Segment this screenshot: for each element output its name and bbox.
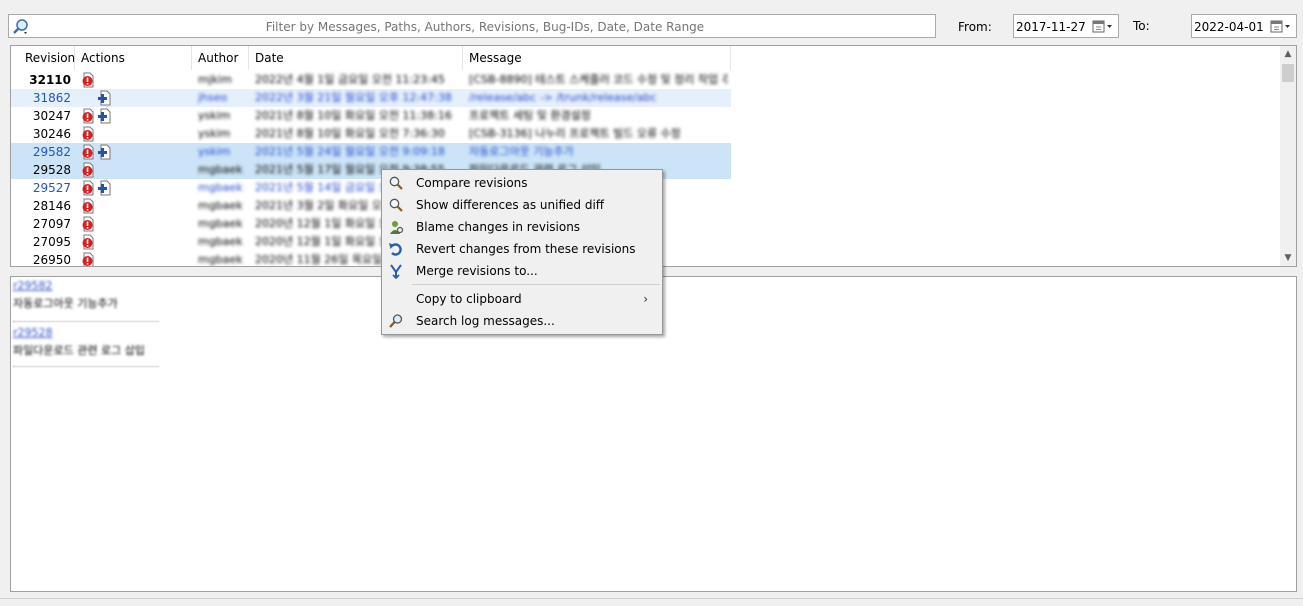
date-cell: 2021년 8월 10일 화요일 오전 7:36:30: [255, 127, 445, 140]
table-row[interactable]: 29582 yskim 2021년 5월 24일 월요일 오전 9:09:18 자동로…: [11, 143, 731, 161]
modified-action-icon: [81, 144, 95, 160]
message-separator: [13, 366, 159, 368]
message-cell: 자동로그아웃 기능추가: [469, 145, 574, 158]
scroll-up-arrow-icon[interactable]: ▲: [1280, 46, 1296, 62]
blame-icon: [390, 221, 404, 234]
author-cell: mgbaek: [198, 163, 243, 176]
modified-action-icon: [81, 180, 95, 196]
date-cell: 2022년 3월 21일 월요일 오후 12:47:38: [255, 91, 452, 104]
author-cell: mgbaek: [198, 199, 243, 212]
date-cell: 2022년 4월 1일 금요일 오전 11:23:45: [255, 73, 445, 86]
modified-action-icon: [81, 198, 95, 214]
message-revision-link[interactable]: r29582: [13, 279, 53, 292]
menu-item-copy-clipboard[interactable]: Copy to clipboard ›: [384, 288, 660, 310]
message-cell: 프로젝트 세팅 및 환경설정: [469, 109, 591, 122]
revision-cell: 29528: [32, 163, 71, 177]
menu-item-search-log[interactable]: Search log messages...: [384, 310, 660, 332]
date-cell: 2021년 8월 10일 화요일 오전 11:38:16: [255, 109, 452, 122]
revision-cell: 30247: [32, 109, 71, 123]
revision-cell: 26950: [32, 253, 71, 267]
column-header-actions[interactable]: Actions: [75, 46, 192, 70]
filter-box[interactable]: [8, 14, 936, 38]
modified-action-icon: [81, 162, 95, 178]
modified-action-icon: [81, 234, 95, 250]
modified-action-icon: [81, 108, 95, 124]
from-date-picker[interactable]: 2017-11-27: [1013, 14, 1119, 38]
author-cell: mgbaek: [198, 181, 243, 194]
message-cell: [CSB-8890] 테스트 스케줄러 코드 수정 및 정리 작업 추가: [469, 73, 727, 86]
message-text: 자동로그아웃 기능추가: [13, 297, 118, 310]
revision-cell: 27097: [32, 217, 71, 231]
author-cell: mgbaek: [198, 235, 243, 248]
search-log-icon: [389, 314, 403, 328]
merge-action-icon: [97, 108, 111, 124]
message-separator: [13, 321, 159, 323]
from-date-value: 2017-11-27: [1016, 20, 1086, 34]
table-row[interactable]: 32110 mjkim 2022년 4월 1일 금요일 오전 11:23:45 [CS…: [11, 71, 731, 89]
context-menu[interactable]: Compare revisions Show differences as un…: [381, 169, 663, 335]
message-cell: /release/abc -> /trunk/release/abc: [469, 91, 657, 104]
filter-input[interactable]: [35, 17, 935, 37]
column-header-revision[interactable]: Revision: [11, 46, 75, 70]
merge-action-icon: [97, 144, 111, 160]
author-cell: mjkim: [198, 73, 232, 86]
column-header-author[interactable]: Author: [192, 46, 249, 70]
merge-icon: [390, 264, 402, 279]
revert-icon: [389, 243, 402, 256]
scroll-down-arrow-icon[interactable]: ▼: [1280, 250, 1296, 266]
revision-cell: 30246: [32, 127, 71, 141]
merge-action-icon: [97, 90, 111, 106]
revision-cell: 32110: [29, 73, 71, 87]
revision-cell: 31862: [32, 91, 71, 105]
menu-separator: [412, 284, 660, 285]
from-label: From:: [958, 20, 992, 34]
message-revision-link[interactable]: r29528: [13, 326, 53, 339]
message-text: 파일다운로드 관련 로그 삽입: [13, 344, 145, 357]
column-header-message[interactable]: Message: [463, 46, 731, 70]
author-cell: yskim: [198, 109, 231, 122]
modified-action-icon: [81, 216, 95, 232]
compare-icon: [389, 176, 403, 190]
modified-action-icon: [81, 252, 95, 266]
menu-item-blame[interactable]: Blame changes in revisions: [384, 216, 660, 238]
list-scrollbar[interactable]: ▲ ▼: [1280, 46, 1296, 266]
merge-action-icon: [97, 180, 111, 196]
menu-item-merge[interactable]: Merge revisions to...: [384, 260, 660, 282]
menu-item-compare-revisions[interactable]: Compare revisions: [384, 172, 660, 194]
author-cell: yskim: [198, 127, 231, 140]
submenu-arrow-icon: ›: [643, 292, 648, 306]
modified-action-icon: [81, 72, 95, 88]
calendar-dropdown-icon[interactable]: [1092, 20, 1114, 34]
to-label: To:: [1133, 19, 1150, 33]
to-date-value: 2022-04-01: [1194, 20, 1264, 34]
column-header-date[interactable]: Date: [249, 46, 463, 70]
author-cell: jhseo: [198, 91, 228, 104]
menu-item-revert[interactable]: Revert changes from these revisions: [384, 238, 660, 260]
modified-action-icon: [81, 126, 95, 142]
search-icon[interactable]: [12, 18, 30, 36]
to-date-picker[interactable]: 2022-04-01: [1191, 14, 1297, 38]
revision-cell: 29582: [32, 145, 71, 159]
message-cell: [CSB-3136] 나누리 프로젝트 빌드 오류 수정: [469, 127, 681, 140]
scroll-thumb[interactable]: [1282, 64, 1294, 82]
menu-item-unified-diff[interactable]: Show differences as unified diff: [384, 194, 660, 216]
list-header: Revision Actions Author Date Message: [11, 46, 1280, 70]
table-row[interactable]: 30247 yskim 2021년 8월 10일 화요일 오전 11:38:16 프로…: [11, 107, 731, 125]
table-row[interactable]: 30246 yskim 2021년 8월 10일 화요일 오전 7:36:30 [CS…: [11, 125, 731, 143]
author-cell: mgbaek: [198, 253, 243, 266]
author-cell: mgbaek: [198, 217, 243, 230]
date-cell: 2021년 5월 24일 월요일 오전 9:09:18: [255, 145, 445, 158]
author-cell: yskim: [198, 145, 231, 158]
revision-cell: 29527: [32, 181, 71, 195]
table-row[interactable]: 31862 jhseo 2022년 3월 21일 월요일 오후 12:47:38/r…: [11, 89, 731, 107]
revision-cell: 27095: [32, 235, 71, 249]
diff-icon: [389, 198, 403, 212]
calendar-dropdown-icon[interactable]: [1270, 20, 1292, 34]
revision-cell: 28146: [32, 199, 71, 213]
